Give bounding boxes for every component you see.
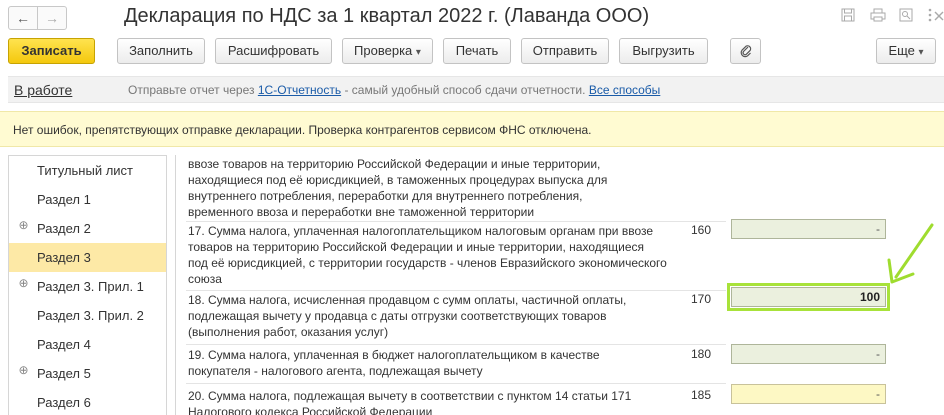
status-bar: В работе Отправьте отчет через 1С-Отчетн… — [8, 76, 944, 103]
arrow-right-icon: → — [45, 10, 59, 26]
fill-button[interactable]: Заполнить — [117, 38, 205, 64]
paperclip-icon — [740, 45, 751, 58]
title-bar: ← → Декларация по НДС за 1 квартал 2022 … — [0, 0, 944, 36]
banner-text: Нет ошибок, препятствующих отправке декл… — [13, 123, 592, 137]
save-button[interactable]: Записать — [8, 38, 95, 64]
sidebar-item-section-3-app-2[interactable]: Раздел 3. Прил. 2 — [9, 301, 166, 330]
sidebar-item-section-2[interactable]: ⊕ Раздел 2 — [9, 214, 166, 243]
more-button-label: Еще — [888, 43, 915, 58]
check-button-label: Проверка — [354, 43, 413, 58]
chevron-down-icon: ▾ — [415, 47, 421, 58]
sidebar-item-section-3[interactable]: Раздел 3 — [9, 243, 166, 272]
sidebar-item-label: Раздел 3. Прил. 2 — [37, 308, 144, 323]
sidebar-item-label: Раздел 5 — [37, 366, 91, 381]
save-icon[interactable] — [838, 8, 858, 28]
status-message-prefix: Отправьте отчет через — [128, 83, 255, 97]
sidebar-item-label: Титульный лист — [37, 163, 134, 178]
sidebar-item-label: Раздел 3 — [37, 250, 91, 265]
expand-icon[interactable]: ⊕ — [18, 277, 29, 289]
sidebar-item-label: Раздел 3. Прил. 1 — [37, 279, 144, 294]
print-button[interactable]: Печать — [443, 38, 511, 64]
send-button[interactable]: Отправить — [521, 38, 609, 64]
sections-sidebar: Титульный лист Раздел 1 ⊕ Раздел 2 Разде… — [8, 155, 167, 415]
export-button[interactable]: Выгрузить — [619, 38, 708, 64]
more-button[interactable]: Еще ▾ — [876, 38, 936, 64]
service-link[interactable]: 1С-Отчетность — [258, 83, 341, 97]
sidebar-item-title-page[interactable]: Титульный лист — [9, 156, 166, 185]
sidebar-item-label: Раздел 2 — [37, 221, 91, 236]
decode-button[interactable]: Расшифровать — [215, 38, 332, 64]
expand-icon[interactable]: ⊕ — [18, 364, 29, 376]
sidebar-item-label: Раздел 6 — [37, 395, 91, 410]
sidebar-item-label: Раздел 4 — [37, 337, 91, 352]
arrow-left-icon: ← — [16, 10, 30, 26]
sidebar-item-section-4[interactable]: Раздел 4 — [9, 330, 166, 359]
check-button[interactable]: Проверка ▾ — [342, 38, 433, 64]
sidebar-item-label: Раздел 1 — [37, 192, 91, 207]
sidebar-item-section-5[interactable]: ⊕ Раздел 5 — [9, 359, 166, 388]
toolbar: Записать Заполнить Расшифровать Проверка… — [0, 38, 944, 68]
close-icon[interactable] — [934, 8, 944, 28]
print-icon[interactable] — [868, 8, 888, 28]
status-message-suffix: - самый удобный способ сдачи отчетности. — [344, 83, 586, 97]
sidebar-item-section-1[interactable]: Раздел 1 — [9, 185, 166, 214]
back-button[interactable]: ← — [8, 6, 38, 30]
status-message: Отправьте отчет через 1С-Отчетность - са… — [128, 83, 660, 97]
page-title: Декларация по НДС за 1 квартал 2022 г. (… — [124, 5, 650, 27]
zoom-icon[interactable] — [896, 8, 916, 28]
status-state-link[interactable]: В работе — [14, 82, 72, 98]
declaration-document: ввозе товаров на территорию Российской Ф… — [175, 155, 944, 415]
expand-icon[interactable]: ⊕ — [18, 219, 29, 231]
chevron-down-icon: ▾ — [918, 47, 924, 58]
sidebar-item-section-3-app-1[interactable]: ⊕ Раздел 3. Прил. 1 — [9, 272, 166, 301]
attach-button[interactable] — [730, 38, 761, 64]
all-methods-link[interactable]: Все способы — [589, 83, 661, 97]
sidebar-item-section-6[interactable]: Раздел 6 — [9, 388, 166, 415]
forward-button[interactable]: → — [37, 6, 67, 30]
annotation-arrow-icon — [887, 223, 934, 284]
info-banner: Нет ошибок, препятствующих отправке декл… — [0, 111, 944, 147]
